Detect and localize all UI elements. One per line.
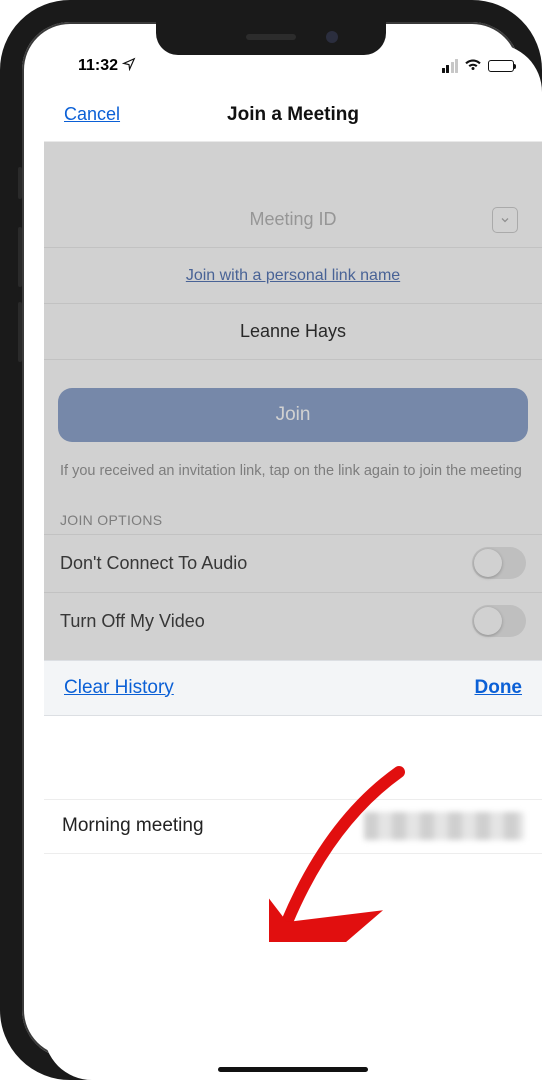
option-video-label: Turn Off My Video: [60, 611, 205, 632]
option-audio-row: Don't Connect To Audio: [44, 534, 542, 592]
hint-text: If you received an invitation link, tap …: [44, 452, 542, 502]
join-button[interactable]: Join: [58, 388, 528, 442]
meeting-id-placeholder: Meeting ID: [249, 209, 336, 230]
location-icon: [122, 57, 136, 76]
history-item[interactable]: Morning meeting: [44, 800, 542, 854]
page-title: Join a Meeting: [227, 104, 359, 126]
history-item-title: Morning meeting: [62, 815, 204, 837]
display-name-field[interactable]: Leanne Hays: [44, 304, 542, 360]
video-toggle[interactable]: [472, 605, 526, 637]
history-empty-row: [44, 716, 542, 800]
nav-header: Cancel Join a Meeting: [44, 88, 542, 142]
history-toolbar: Clear History Done: [44, 660, 542, 716]
chevron-down-icon[interactable]: [492, 207, 518, 233]
cellular-icon: [442, 59, 459, 73]
option-audio-label: Don't Connect To Audio: [60, 553, 247, 574]
battery-icon: [488, 60, 514, 72]
wifi-icon: [464, 55, 482, 78]
home-indicator[interactable]: [218, 1067, 368, 1072]
main-form-dimmed: Meeting ID Join with a personal link nam…: [44, 142, 542, 660]
display-name-value: Leanne Hays: [240, 321, 346, 342]
audio-toggle[interactable]: [472, 547, 526, 579]
option-video-row: Turn Off My Video: [44, 592, 542, 650]
clear-history-button[interactable]: Clear History: [64, 677, 174, 699]
done-button[interactable]: Done: [475, 677, 523, 699]
personal-link-row[interactable]: Join with a personal link name: [44, 248, 542, 304]
history-item-id-redacted: [364, 812, 524, 840]
cancel-button[interactable]: Cancel: [64, 104, 120, 125]
personal-link[interactable]: Join with a personal link name: [186, 267, 400, 285]
status-time: 11:32: [78, 57, 118, 75]
join-options-label: JOIN OPTIONS: [44, 502, 542, 534]
meeting-id-field[interactable]: Meeting ID: [44, 192, 542, 248]
